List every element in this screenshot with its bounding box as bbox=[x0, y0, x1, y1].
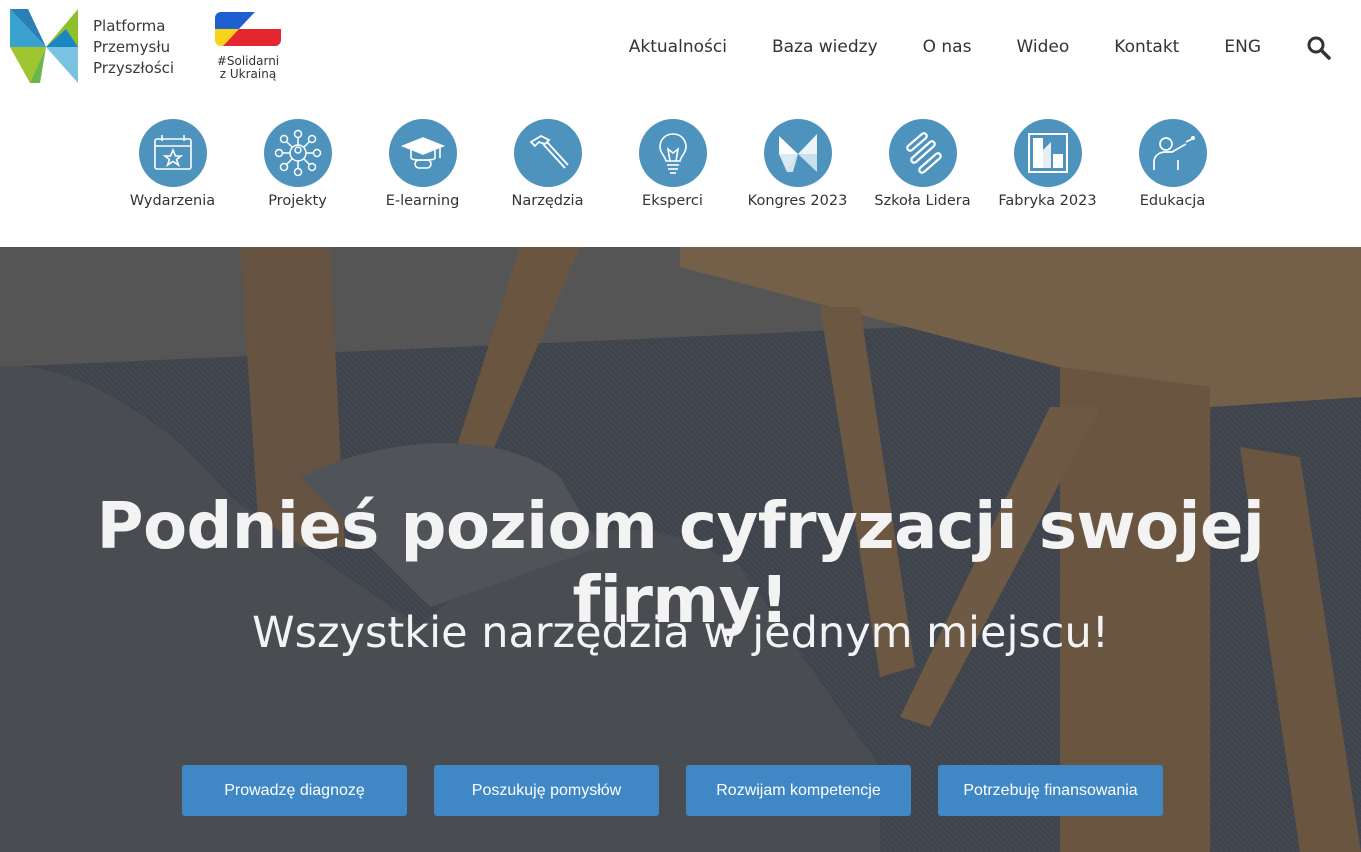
cta-buttons: Prowadzę diagnozę Poszukuję pomysłów Roz… bbox=[182, 765, 1190, 816]
teacher-icon bbox=[1152, 135, 1195, 170]
category-label: Projekty bbox=[268, 193, 327, 209]
calendar-star-icon bbox=[153, 135, 192, 170]
category-narzedzia[interactable]: Narzędzia bbox=[485, 119, 610, 209]
category-label: Szkoła Lidera bbox=[874, 193, 971, 209]
graduation-cap-icon bbox=[400, 137, 445, 169]
hammer-icon bbox=[529, 134, 569, 169]
nav-item-kontakt[interactable]: Kontakt bbox=[1114, 36, 1179, 58]
lightbulb-icon bbox=[658, 133, 687, 174]
category-wydarzenia[interactable]: Wydarzenia bbox=[110, 119, 235, 209]
category-kongres-2023[interactable]: Kongres 2023 bbox=[735, 119, 860, 209]
category-label: Fabryka 2023 bbox=[998, 193, 1097, 209]
platform-logo[interactable] bbox=[10, 9, 78, 83]
category-e-learning[interactable]: E-learning bbox=[360, 119, 485, 209]
nav-item-baza-wiedzy[interactable]: Baza wiedzy bbox=[772, 36, 878, 58]
ua-pl-flags-icon bbox=[214, 11, 282, 47]
diagnosis-button[interactable]: Prowadzę diagnozę bbox=[182, 765, 407, 816]
hero-subtitle: Wszystkie narzędzia w jednym miejscu! bbox=[252, 608, 1109, 658]
ukraine-solidarity-badge[interactable]: #Solidarni z Ukrainą bbox=[214, 11, 282, 81]
brand-line-3: Przyszłości bbox=[93, 59, 175, 77]
category-label: Wydarzenia bbox=[129, 193, 216, 209]
nav-item-o-nas[interactable]: O nas bbox=[923, 36, 972, 58]
brand-line-1: Platforma bbox=[93, 17, 166, 35]
category-eksperci[interactable]: Eksperci bbox=[610, 119, 735, 209]
nav-item-wideo[interactable]: Wideo bbox=[1016, 36, 1069, 58]
competences-button[interactable]: Rozwijam kompetencje bbox=[686, 765, 911, 816]
fabryka-logo-icon bbox=[1027, 133, 1068, 173]
brand-line-2: Przemysłu bbox=[93, 38, 171, 56]
site-header: Platforma Przemysłu Przyszłości #Solidar… bbox=[0, 0, 1361, 247]
category-label: Kongres 2023 bbox=[747, 193, 848, 209]
category-szkola-lidera[interactable]: Szkoła Lidera bbox=[860, 119, 985, 209]
ua-caption-line-2: z Ukrainą bbox=[219, 67, 277, 81]
ideas-button[interactable]: Poszukuję pomysłów bbox=[434, 765, 659, 816]
category-label: Eksperci bbox=[642, 193, 703, 209]
network-icon bbox=[274, 129, 321, 177]
category-label: Edukacja bbox=[1139, 193, 1206, 209]
category-fabryka-2023[interactable]: Fabryka 2023 bbox=[985, 119, 1110, 209]
category-label: E-learning bbox=[385, 193, 460, 209]
search-icon[interactable] bbox=[1306, 35, 1332, 61]
category-bar: Wydarzenia Projekty E-learning Narzędzia… bbox=[110, 119, 1235, 209]
brand-name[interactable]: Platforma Przemysłu Przyszłości bbox=[93, 16, 174, 79]
category-label: Narzędzia bbox=[511, 193, 584, 209]
main-nav: Aktualności Baza wiedzy O nas Wideo Kont… bbox=[584, 36, 1261, 58]
category-projekty[interactable]: Projekty bbox=[235, 119, 360, 209]
nav-item-aktualnosci[interactable]: Aktualności bbox=[629, 36, 727, 58]
stripes-icon bbox=[905, 132, 942, 174]
funding-button[interactable]: Potrzebuję finansowania bbox=[938, 765, 1163, 816]
kongres-logo-icon bbox=[778, 134, 817, 172]
category-edukacja[interactable]: Edukacja bbox=[1110, 119, 1235, 209]
nav-item-eng[interactable]: ENG bbox=[1224, 36, 1261, 58]
